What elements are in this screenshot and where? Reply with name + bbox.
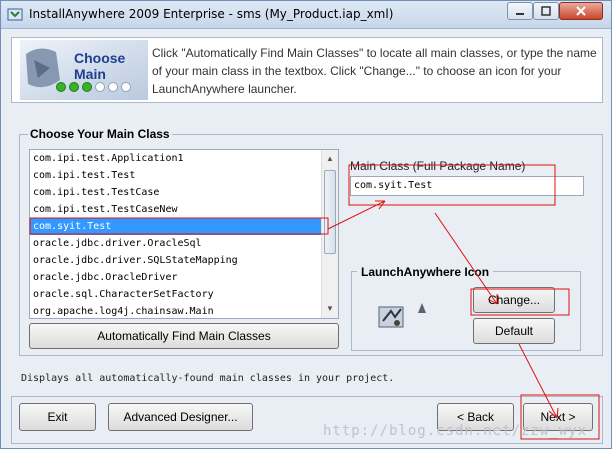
progress-dot	[108, 82, 118, 92]
title-bar: InstallAnywhere 2009 Enterprise - sms (M…	[1, 1, 611, 29]
class-list-items: com.ipi.test.Application1 com.ipi.test.Te…	[30, 150, 322, 320]
header-panel: Choose Main Click "Automatically Find Ma…	[11, 37, 603, 103]
list-item[interactable]: oracle.sql.CharacterSetFactory	[30, 286, 322, 303]
minimize-icon	[516, 13, 524, 15]
scroll-thumb[interactable]	[324, 170, 336, 254]
main-class-field[interactable]: com.syit.Test	[350, 176, 584, 196]
close-icon	[576, 6, 586, 16]
progress-dot	[82, 82, 92, 92]
list-item[interactable]: oracle.jdbc.driver.OracleSql	[30, 235, 322, 252]
installer-window: InstallAnywhere 2009 Enterprise - sms (M…	[0, 0, 612, 449]
main-class-list[interactable]: com.ipi.test.Application1 com.ipi.test.Te…	[29, 149, 339, 319]
launcher-icon	[378, 306, 404, 328]
exit-button[interactable]: Exit	[19, 403, 96, 431]
list-item[interactable]: com.ipi.test.Application1	[30, 150, 322, 167]
list-scrollbar[interactable]: ▲ ▼	[321, 150, 338, 318]
list-item[interactable]: oracle.jdbc.OracleDriver	[30, 269, 322, 286]
launcher-small-icon	[418, 303, 426, 313]
minimize-button[interactable]	[507, 2, 533, 20]
maximize-button[interactable]	[533, 2, 559, 20]
auto-find-main-classes-button[interactable]: Automatically Find Main Classes	[29, 323, 339, 349]
list-item[interactable]: org.apache.log4j.chainsaw.Main	[30, 303, 322, 320]
scroll-up-icon[interactable]: ▲	[324, 152, 336, 166]
group-label: Choose Your Main Class	[28, 127, 172, 141]
maximize-icon	[541, 6, 551, 16]
main-class-label: Main Class (Full Package Name)	[350, 159, 526, 173]
close-button[interactable]	[559, 2, 603, 20]
launchanywhere-label: LaunchAnywhere Icon	[357, 265, 494, 279]
step-logo: Choose Main	[20, 40, 148, 100]
progress-dot	[69, 82, 79, 92]
list-item[interactable]: com.ipi.test.Test	[30, 167, 322, 184]
change-icon-button[interactable]: Change...	[473, 287, 555, 313]
watermark: http://blog.csdn.net/zzw_wyx	[323, 423, 588, 439]
list-item[interactable]: com.ipi.test.TestCaseNew	[30, 201, 322, 218]
default-icon-button[interactable]: Default	[473, 318, 555, 344]
progress-dots	[56, 82, 131, 92]
progress-dot	[95, 82, 105, 92]
window-title: InstallAnywhere 2009 Enterprise - sms (M…	[29, 7, 394, 21]
list-item[interactable]: oracle.jdbc.driver.SQLStateMapping	[30, 252, 322, 269]
progress-dot	[56, 82, 66, 92]
list-item[interactable]: com.ipi.test.TestCase	[30, 184, 322, 201]
list-item[interactable]: com.syit.Test	[30, 218, 322, 235]
step-title: Choose Main	[74, 50, 126, 82]
advanced-designer-button[interactable]: Advanced Designer...	[108, 403, 253, 431]
progress-dot	[121, 82, 131, 92]
status-text: Displays all automatically-found main cl…	[21, 373, 395, 384]
installanywhere-app-icon	[7, 8, 23, 21]
instructions-text: Click "Automatically Find Main Classes" …	[152, 46, 597, 96]
scroll-down-icon[interactable]: ▼	[324, 302, 336, 316]
